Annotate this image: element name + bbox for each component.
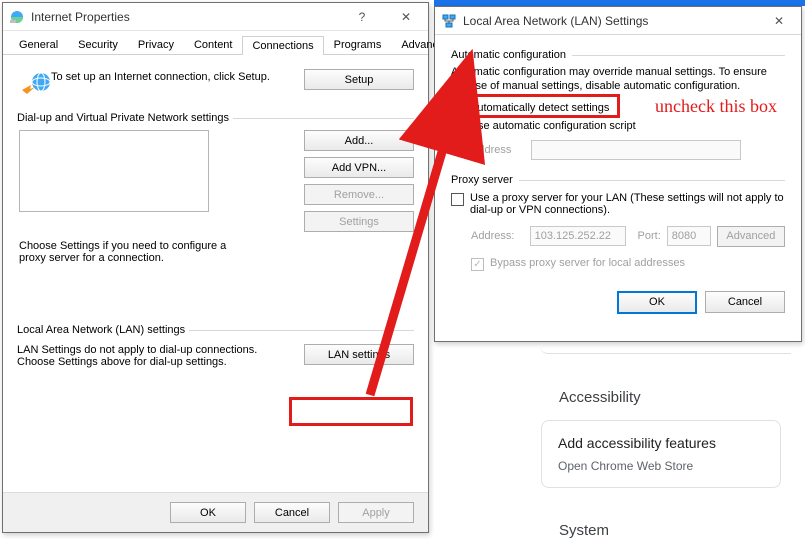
use-proxy-checkbox[interactable] [451,193,464,206]
tab-content[interactable]: Content [184,35,243,54]
auto-detect-label: Automatically detect settings [470,102,609,114]
dialup-group-label: Dial-up and Virtual Private Network sett… [17,112,233,124]
internet-options-icon [9,9,25,25]
ok-button[interactable]: OK [170,502,246,523]
window-title: Internet Properties [31,10,130,24]
tab-general[interactable]: General [9,35,68,54]
lan-settings-button[interactable]: LAN settings [304,344,414,365]
apply-button: Apply [338,502,414,523]
script-address-label: Address [471,144,525,156]
connections-listbox[interactable] [19,130,209,212]
lan-note: LAN Settings do not apply to dial-up con… [17,344,304,368]
lan-titlebar[interactable]: Local Area Network (LAN) Settings ✕ [435,7,801,35]
use-script-checkbox[interactable] [451,121,464,134]
proxy-address-label: Address: [471,230,524,242]
bypass-label: Bypass proxy server for local addresses [490,257,685,269]
globe-icon [17,69,51,100]
script-address-input [531,140,741,160]
dialog-buttons: OK Cancel Apply [3,492,428,532]
proxy-group-label: Proxy server [451,174,519,186]
add-button[interactable]: Add... [304,130,414,151]
close-button[interactable]: ✕ [384,3,428,31]
add-vpn-button[interactable]: Add VPN... [304,157,414,178]
proxy-port-label: Port: [632,230,661,242]
auto-config-desc: Automatic configuration may override man… [451,65,785,94]
use-script-label: Use automatic configuration script [470,120,636,132]
tab-programs[interactable]: Programs [324,35,392,54]
remove-button: Remove... [304,184,414,205]
auto-config-label: Automatic configuration [451,49,572,61]
lan-ok-button[interactable]: OK [617,291,697,314]
use-proxy-row[interactable]: Use a proxy server for your LAN (These s… [451,190,785,218]
proxy-advanced-button: Advanced [717,226,785,247]
lan-close-button[interactable]: ✕ [757,7,801,35]
lan-cancel-button[interactable]: Cancel [705,291,785,313]
chrome-accessibility-card[interactable]: Add accessibility features Open Chrome W… [541,420,781,488]
settings-button: Settings [304,211,414,232]
lan-window-title: Local Area Network (LAN) Settings [463,14,648,28]
lan-group-label: Local Area Network (LAN) settings [17,324,189,336]
card-link[interactable]: Open Chrome Web Store [558,459,764,473]
proxy-port-input [667,226,711,246]
system-section-label: System [559,522,609,539]
lan-settings-window: Local Area Network (LAN) Settings ✕ Auto… [434,6,802,342]
auto-detect-checkbox[interactable] [451,103,464,116]
use-script-row[interactable]: Use automatic configuration script [451,118,785,136]
cancel-button[interactable]: Cancel [254,502,330,523]
help-button[interactable]: ? [340,3,384,31]
bypass-row: Bypass proxy server for local addresses [471,255,785,273]
proxy-address-input [530,226,626,246]
bypass-checkbox [471,258,484,271]
use-proxy-label: Use a proxy server for your LAN (These s… [470,192,785,216]
card-title: Add accessibility features [558,435,764,451]
annotation-text: uncheck this box [655,96,777,117]
tab-security[interactable]: Security [68,35,128,54]
tabstrip: General Security Privacy Content Connect… [3,31,428,55]
titlebar[interactable]: Internet Properties ? ✕ [3,3,428,31]
internet-properties-window: Internet Properties ? ✕ General Security… [2,2,429,533]
tab-privacy[interactable]: Privacy [128,35,184,54]
setup-text: To set up an Internet connection, click … [51,69,304,83]
accessibility-section-label: Accessibility [559,389,641,406]
lan-icon [441,13,457,29]
dialup-note: Choose Settings if you need to configure… [19,240,249,264]
tab-connections[interactable]: Connections [242,36,323,55]
setup-button[interactable]: Setup [304,69,414,90]
